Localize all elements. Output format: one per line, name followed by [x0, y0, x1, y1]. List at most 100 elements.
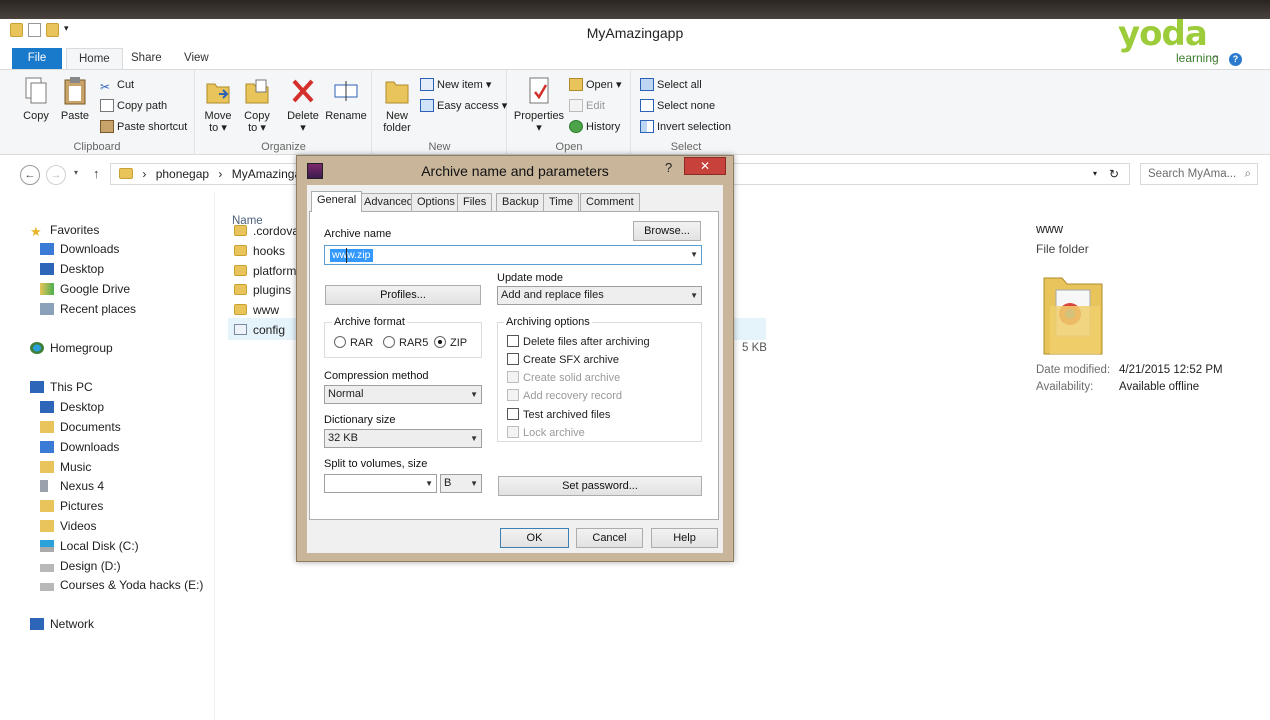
help-button[interactable]: Help [651, 528, 718, 548]
update-mode-select[interactable]: Add and replace files ▼ [497, 286, 702, 305]
list-item[interactable]: hooks [234, 242, 285, 260]
open-group: Properties ▾ Open ▾ Edit History Open [508, 70, 631, 155]
sidebar-item-downloads[interactable]: Downloads [40, 240, 119, 258]
split-unit-select[interactable]: B ▼ [440, 474, 482, 493]
up-arrow-icon[interactable]: ↑ [93, 166, 100, 181]
this-pc-header[interactable]: This PC [30, 378, 93, 396]
compression-method-select[interactable]: Normal ▼ [324, 385, 482, 404]
address-dropdown-icon[interactable]: ▾ [1093, 164, 1097, 184]
invert-selection-button[interactable]: Invert selection [640, 118, 731, 136]
back-button[interactable]: ← [20, 165, 40, 185]
sidebar-item-design-d[interactable]: Design (D:) [40, 557, 121, 575]
help-icon[interactable]: ? [665, 160, 672, 175]
tab-comment[interactable]: Comment [580, 193, 640, 211]
copy-button[interactable]: Copy [16, 76, 56, 122]
sidebar-item-local-disk-c[interactable]: Local Disk (C:) [40, 537, 139, 555]
clipboard-group: Copy Paste ✂ Cut Copy path Paste shortcut… [0, 70, 195, 155]
breadcrumb-item[interactable]: phonegap [156, 167, 209, 181]
tab-advanced[interactable]: Advanced [358, 193, 419, 211]
ok-button[interactable]: OK [500, 528, 569, 548]
chevron-up-icon[interactable]: ⌃ [1212, 54, 1220, 65]
sidebar-item-pictures[interactable]: Pictures [40, 497, 103, 515]
checkbox-icon [507, 408, 519, 420]
delete-files-checkbox[interactable]: Delete files after archiving [507, 335, 650, 348]
sidebar-item-documents[interactable]: Documents [40, 418, 121, 436]
list-item[interactable]: www [234, 301, 279, 319]
properties-button[interactable]: Properties ▾ [511, 76, 567, 134]
network-header[interactable]: Network [30, 615, 94, 633]
browse-button[interactable]: Browse... [633, 221, 701, 241]
list-item[interactable]: plugins [234, 281, 291, 299]
sidebar-item-desktop[interactable]: Desktop [40, 260, 104, 278]
test-archived-checkbox[interactable]: Test archived files [507, 408, 610, 421]
paste-shortcut-button[interactable]: Paste shortcut [100, 118, 187, 136]
easy-access-button[interactable]: Easy access ▾ [420, 97, 507, 115]
chevron-down-icon[interactable]: ▼ [690, 246, 698, 264]
tab-file[interactable]: File [12, 48, 62, 69]
tab-time[interactable]: Time [543, 193, 580, 211]
sidebar-item-google-drive[interactable]: Google Drive [40, 280, 130, 298]
paste-button[interactable]: Paste [55, 76, 95, 122]
network-icon [30, 618, 44, 630]
open-button[interactable]: Open ▾ [569, 76, 622, 94]
sidebar-item-videos[interactable]: Videos [40, 517, 96, 535]
documents-icon [40, 421, 54, 433]
copy-path-button[interactable]: Copy path [100, 97, 167, 115]
group-label: New [428, 141, 451, 153]
tab-files[interactable]: Files [457, 193, 493, 211]
sidebar-item-recent-places[interactable]: Recent places [40, 300, 136, 318]
availability-label: Availability: [1036, 381, 1094, 393]
tab-general[interactable]: General [311, 191, 363, 212]
list-item[interactable]: config [234, 321, 285, 339]
tab-home[interactable]: Home [66, 48, 123, 69]
tab-backup[interactable]: Backup [496, 193, 545, 211]
list-item[interactable]: platform [234, 262, 296, 280]
cancel-button[interactable]: Cancel [576, 528, 643, 548]
tab-share[interactable]: Share [119, 48, 174, 69]
checkbox-icon [507, 371, 519, 383]
forward-button[interactable]: → [46, 165, 66, 185]
edit-button[interactable]: Edit [569, 97, 605, 115]
rename-button[interactable]: Rename [324, 76, 368, 122]
dictionary-size-select[interactable]: 32 KB ▼ [324, 429, 482, 448]
dialog-title-bar[interactable]: Archive name and parameters ? ✕ [297, 156, 733, 186]
create-sfx-checkbox[interactable]: Create SFX archive [507, 353, 619, 366]
general-tab-page: Browse... Archive name www.zip ▼ Profile… [309, 211, 719, 520]
format-zip-radio[interactable]: ZIP [434, 336, 467, 349]
easy-access-icon [420, 99, 434, 112]
cut-button[interactable]: ✂ Cut [100, 76, 134, 94]
folder-icon [234, 284, 247, 295]
recent-locations-icon[interactable]: ▾ [74, 168, 78, 177]
select-none-button[interactable]: Select none [640, 97, 715, 115]
format-rar5-radio[interactable]: RAR5 [383, 336, 428, 349]
help-icon[interactable]: ? [1229, 53, 1242, 66]
sidebar-item-pc-desktop[interactable]: Desktop [40, 398, 104, 416]
chevron-down-icon: ▼ [470, 479, 478, 488]
history-button[interactable]: History [569, 118, 620, 136]
delete-button[interactable]: Delete ▾ [283, 76, 323, 134]
sidebar-item-nexus-4[interactable]: Nexus 4 [40, 477, 104, 495]
details-pane: www File folder Date modified: 4/21/2015… [1020, 192, 1270, 720]
tab-view[interactable]: View [172, 48, 221, 69]
homegroup-header[interactable]: Homegroup [30, 339, 113, 357]
open-icon [569, 78, 583, 91]
select-all-button[interactable]: Select all [640, 76, 702, 94]
archive-name-input[interactable]: www.zip ▼ [324, 245, 702, 265]
list-item[interactable]: .cordova [234, 222, 299, 240]
move-to-button[interactable]: Move to ▾ [198, 76, 238, 134]
set-password-button[interactable]: Set password... [498, 476, 702, 496]
new-item-button[interactable]: New item ▾ [420, 76, 491, 94]
favorites-header[interactable]: ★ Favorites [30, 221, 99, 239]
close-button[interactable]: ✕ [684, 157, 726, 175]
sidebar-item-courses-e[interactable]: Courses & Yoda hacks (E:) [40, 576, 203, 594]
refresh-icon[interactable]: ↻ [1109, 164, 1119, 184]
sidebar-item-pc-downloads[interactable]: Downloads [40, 438, 119, 456]
profiles-button[interactable]: Profiles... [325, 285, 481, 305]
search-input[interactable]: Search MyAma... ⌕ [1140, 163, 1258, 185]
copy-to-button[interactable]: Copy to ▾ [237, 76, 277, 134]
split-volumes-input[interactable]: ▼ [324, 474, 437, 493]
format-rar-radio[interactable]: RAR [334, 336, 373, 349]
tab-options[interactable]: Options [411, 193, 461, 211]
new-folder-button[interactable]: New folder [377, 76, 417, 134]
sidebar-item-music[interactable]: Music [40, 458, 91, 476]
